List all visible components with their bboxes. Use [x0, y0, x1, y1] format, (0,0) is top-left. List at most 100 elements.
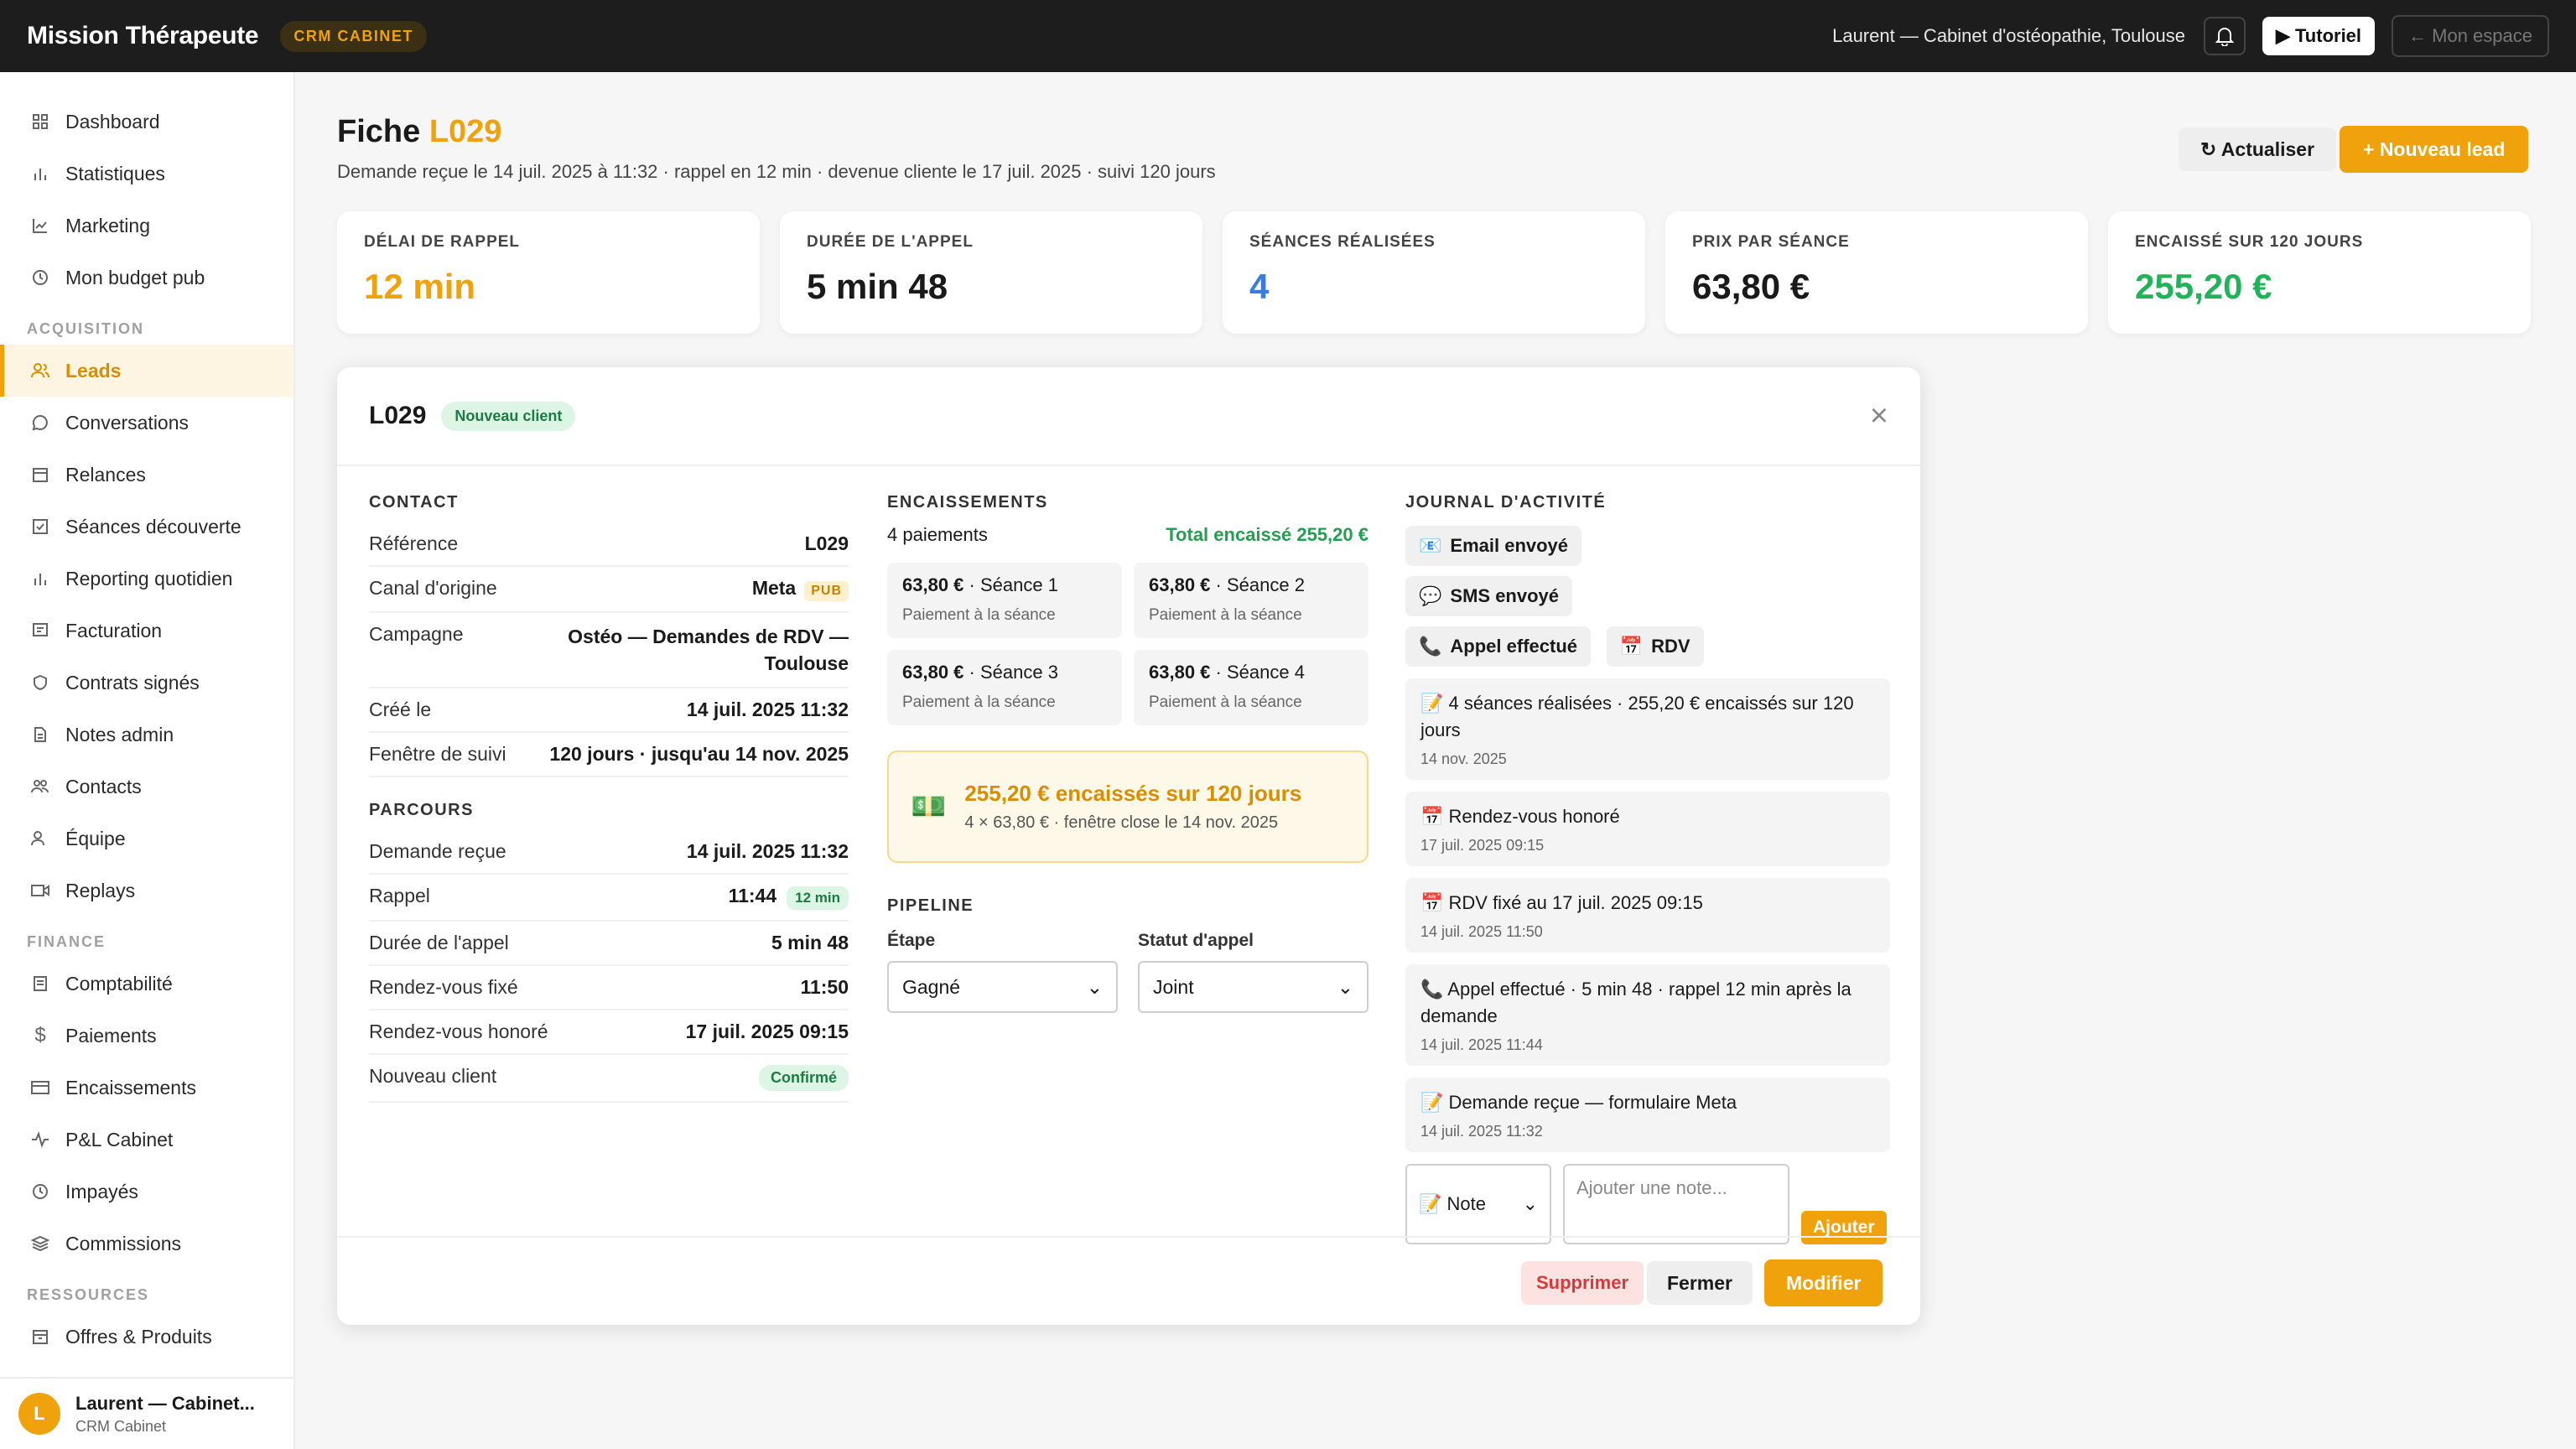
sidebar-item-offres[interactable]: Offres & Produits	[0, 1311, 293, 1363]
clock-icon	[30, 1182, 50, 1202]
journal-section-title: JOURNAL D'ACTIVITÉ	[1405, 493, 1607, 512]
sidebar-item-paiements[interactable]: $ Paiements	[0, 1010, 293, 1062]
kpi-label: ENCAISSÉ SUR 120 JOURS	[2135, 233, 2364, 251]
sidebar-item-budget-pub[interactable]: Mon budget pub	[0, 252, 293, 304]
kpi-label: DÉLAI DE RAPPEL	[364, 233, 521, 251]
pulse-icon	[30, 1130, 50, 1150]
activity-item: 📝 Demande reçue — formulaire Meta 14 juil…	[1405, 1078, 1890, 1152]
contacts-icon	[30, 776, 50, 797]
payment-card: 63,80 € · Séance 1 Paiement à la séance	[887, 563, 1122, 638]
delete-button[interactable]: Supprimer	[1521, 1261, 1644, 1305]
shield-icon	[30, 673, 50, 693]
statut-label: Statut d'appel	[1138, 931, 1254, 950]
sidebar-item-comptabilite[interactable]: Comptabilité	[0, 958, 293, 1010]
sidebar-item-leads[interactable]: Leads	[0, 345, 293, 397]
contact-section-title: CONTACT	[369, 493, 459, 512]
avatar: L	[18, 1393, 60, 1435]
email-sent-chip[interactable]: 📧 Email envoyé	[1405, 526, 1582, 566]
callout-subtitle: 4 × 63,80 € · fenêtre close le 14 nov. 2…	[964, 813, 1279, 832]
modal-header: L029 Nouveau client ×	[337, 367, 1920, 466]
sidebar-user-name: Laurent — Cabinet...	[75, 1392, 255, 1414]
section-acquisition: ACQUISITION	[27, 320, 145, 337]
sidebar-item-dashboard[interactable]: Dashboard	[0, 96, 293, 148]
sidebar-item-replays[interactable]: Replays	[0, 865, 293, 917]
sidebar-item-conversations[interactable]: Conversations	[0, 397, 293, 449]
rdv-chip[interactable]: 📅 RDV	[1606, 626, 1704, 667]
parcours-row: Rendez-vous honoré 17 juil. 2025 09:15	[369, 1010, 849, 1055]
calendar-icon: 📅	[1619, 636, 1644, 657]
sidebar-user-sub: CRM Cabinet	[75, 1417, 167, 1435]
kpi-label: DURÉE DE L'APPEL	[807, 233, 974, 251]
kpi-card: SÉANCES RÉALISÉES 4	[1223, 211, 1645, 334]
pipeline-section-title: PIPELINE	[887, 896, 974, 915]
edit-button[interactable]: Modifier	[1764, 1259, 1883, 1306]
note-composer: 📝 Note ⌄ Ajouter une note... Ajouter	[1405, 1164, 1890, 1244]
chevron-down-icon: ⌄	[1086, 975, 1103, 998]
sidebar-item-pl-cabinet[interactable]: P&L Cabinet	[0, 1114, 293, 1166]
sidebar-item-reporting[interactable]: Reporting quotidien	[0, 553, 293, 605]
sidebar-item-seances-decouverte[interactable]: Séances découverte	[0, 501, 293, 553]
payments-count: 4 paiements	[887, 524, 988, 545]
kpi-value: 12 min	[364, 267, 476, 306]
sidebar-item-contrats[interactable]: Contrats signés	[0, 657, 293, 709]
sidebar-item-commissions[interactable]: Commissions	[0, 1218, 293, 1270]
contact-row: Fenêtre de suivi 120 jours · jusqu'au 14 …	[369, 733, 849, 777]
calendar-icon	[30, 465, 50, 485]
status-badge: Nouveau client	[441, 401, 576, 431]
sidebar-item-equipe[interactable]: Équipe	[0, 813, 293, 865]
app-brand: Mission Thérapeute	[27, 22, 259, 49]
bar-chart-icon	[30, 164, 50, 184]
modal-footer: Supprimer Fermer Modifier	[337, 1236, 1920, 1325]
section-ressources: RESSOURCES	[27, 1286, 150, 1303]
new-lead-button[interactable]: + Nouveau lead	[2340, 126, 2529, 173]
sidebar-item-marketing[interactable]: Marketing	[0, 200, 293, 252]
etape-select[interactable]: Gagné ⌄	[887, 961, 1118, 1013]
sidebar-item-facturation[interactable]: Facturation	[0, 605, 293, 657]
sidebar-user[interactable]: L Laurent — Cabinet... CRM Cabinet	[0, 1377, 293, 1449]
top-user-label: Laurent — Cabinet d'ostéopathie, Toulous…	[1832, 25, 2185, 46]
sidebar-item-statistiques[interactable]: Statistiques	[0, 148, 293, 200]
contact-row: Référence L029	[369, 522, 849, 567]
users-icon	[30, 361, 50, 381]
bell-icon	[2215, 28, 2234, 46]
callout-title: 255,20 € encaissés sur 120 jours	[964, 781, 1302, 806]
sidebar-item-contacts[interactable]: Contacts	[0, 761, 293, 813]
tutorial-button[interactable]: ▶ Tutoriel	[2262, 17, 2376, 55]
kpi-card: ENCAISSÉ SUR 120 JOURS 255,20 €	[2108, 211, 2531, 334]
sidebar-item-impayes[interactable]: Impayés	[0, 1166, 293, 1218]
page-title-code: L029	[428, 114, 502, 149]
kpi-card: DÉLAI DE RAPPEL 12 min	[337, 211, 760, 334]
team-icon	[30, 828, 50, 849]
call-done-chip[interactable]: 📞 Appel effectué	[1405, 626, 1591, 667]
sidebar-item-relances[interactable]: Relances	[0, 449, 293, 501]
payments-grid: 63,80 € · Séance 1 Paiement à la séance 6…	[887, 563, 1368, 725]
sidebar-item-encaissements[interactable]: Encaissements	[0, 1062, 293, 1114]
note-input[interactable]: Ajouter une note...	[1563, 1164, 1789, 1244]
kpi-card: DURÉE DE L'APPEL 5 min 48	[780, 211, 1202, 334]
sidebar-item-notes-admin[interactable]: Notes admin	[0, 709, 293, 761]
invoice-icon	[30, 621, 50, 641]
journal-column: JOURNAL D'ACTIVITÉ 📧 Email envoyé 💬 SMS en…	[1405, 493, 1890, 1244]
card-icon	[30, 1078, 50, 1098]
refresh-button[interactable]: ↻ Actualiser	[2179, 127, 2337, 171]
note-type-select[interactable]: 📝 Note ⌄	[1405, 1164, 1551, 1244]
close-button[interactable]: Fermer	[1647, 1261, 1753, 1305]
statut-select[interactable]: Joint ⌄	[1138, 961, 1368, 1013]
close-icon[interactable]: ×	[1870, 398, 1888, 434]
parcours-row: Rappel 11:44 12 min	[369, 875, 849, 922]
grid-icon	[30, 112, 50, 132]
kpi-label: SÉANCES RÉALISÉES	[1249, 233, 1436, 251]
kpi-value: 63,80 €	[1692, 267, 1810, 306]
page-subtitle: Demande reçue le 14 juil. 2025 à 11:32 ·…	[337, 161, 1216, 182]
sms-sent-chip[interactable]: 💬 SMS envoyé	[1405, 576, 1573, 616]
contact-row: Créé le 14 juil. 2025 11:32	[369, 688, 849, 733]
parcours-row: Durée de l'appel 5 min 48	[369, 922, 849, 966]
video-icon	[30, 880, 50, 901]
mon-espace-button[interactable]: ← Mon espace	[2392, 15, 2549, 57]
activity-item: 📞 Appel effectué · 5 min 48 · rappel 12 …	[1405, 964, 1890, 1066]
sidebar: Dashboard Statistiques Marketing Mon bud…	[0, 72, 295, 1449]
encaissements-column: ENCAISSEMENTS 4 paiements Total encaissé…	[887, 493, 1368, 1013]
payments-total: Total encaissé 255,20 €	[1166, 524, 1368, 545]
phone-icon: 📞	[1419, 636, 1442, 657]
notifications-button[interactable]	[2203, 17, 2246, 55]
